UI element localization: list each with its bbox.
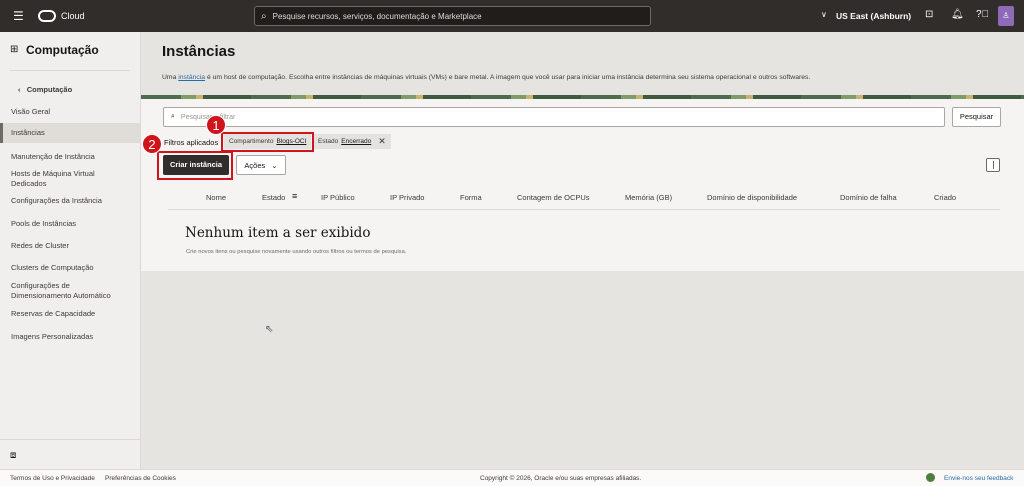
sidebar-item-instancias[interactable]: Instâncias — [0, 123, 140, 143]
feedback-link[interactable]: Envie-nos seu feedback — [944, 475, 1013, 482]
desc-text: é um host de computação. Escolha entre i… — [205, 74, 811, 81]
page-description: Uma instância é um host de computação. E… — [162, 74, 810, 81]
back-label: Computação — [26, 85, 73, 94]
search-icon: ⌕ — [171, 113, 175, 120]
cookies-link[interactable]: Preferências de Cookies — [105, 475, 176, 482]
filter-search-input[interactable]: ⌕Pesquisar e filtrar — [163, 107, 945, 127]
sidebar-item-manutencao[interactable]: Manutenção de Instância — [0, 152, 140, 162]
oracle-logo-icon[interactable] — [38, 10, 56, 22]
menu-icon[interactable]: ☰ — [13, 9, 24, 23]
desc-text: Uma — [162, 74, 179, 81]
empty-state-subtitle: Crie novos itens ou pesquise novamente u… — [186, 249, 407, 255]
search-button[interactable]: Pesquisar — [952, 107, 1001, 127]
terms-link[interactable]: Termos de Uso e Privacidade — [10, 475, 95, 482]
column-header-estado[interactable]: Estado — [262, 193, 285, 202]
highlight-box-compartment — [221, 132, 314, 152]
user-avatar[interactable]: ♙ — [998, 6, 1014, 26]
sidebar-item-configuracoes[interactable]: Configurações da Instância — [0, 196, 140, 206]
column-header-ip-privado[interactable]: IP Privado — [390, 193, 424, 202]
sidebar-back-link[interactable]: ‹ Computação — [18, 85, 72, 94]
instance-doc-link[interactable]: instância — [178, 74, 205, 81]
sidebar-item-visao-geral[interactable]: Visão Geral — [0, 107, 140, 117]
divider — [0, 439, 140, 440]
sidebar-item-imagens[interactable]: Imagens Personalizadas — [0, 332, 140, 342]
column-view-toggle-icon[interactable] — [986, 158, 1000, 172]
annotation-badge-1: 1 — [206, 115, 226, 135]
copyright-text: Copyright © 2026, Oracle e/ou suas empre… — [480, 475, 642, 482]
global-search-input[interactable]: ⌕ Pesquise recursos, serviços, documenta… — [254, 6, 651, 26]
filter-icon[interactable]: ≡ — [292, 191, 297, 201]
table-header-divider — [168, 209, 1000, 210]
annotation-badge-2: 2 — [142, 134, 162, 154]
column-header-dominio-disponibilidade[interactable]: Domínio de disponibilidade — [707, 193, 797, 202]
help-icon[interactable]: ?⃝ — [976, 9, 989, 20]
filters-applied-label: Filtros aplicados — [164, 138, 219, 147]
footer: Termos de Uso e Privacidade Preferências… — [0, 469, 1024, 486]
column-header-dominio-falha[interactable]: Domínio de falha — [840, 193, 897, 202]
sidebar-title: Computação — [26, 43, 99, 57]
feedback-icon[interactable] — [926, 473, 935, 482]
chevron-down-icon[interactable]: ∨ — [821, 10, 827, 19]
search-placeholder: Pesquise recursos, serviços, documentaçã… — [272, 11, 482, 21]
collapse-sidebar-icon[interactable]: ⧈ — [10, 450, 16, 461]
sidebar-item-pools[interactable]: Pools de Instâncias — [0, 219, 140, 229]
top-bar: ☰ Cloud ⌕ Pesquise recursos, serviços, d… — [0, 0, 1024, 32]
sidebar-item-reservas[interactable]: Reservas de Capacidade — [0, 309, 140, 319]
sidebar-item-redes-cluster[interactable]: Redes de Cluster — [0, 241, 140, 251]
compute-icon: ⊞ — [10, 44, 19, 55]
chip-value[interactable]: Encerrado — [341, 138, 371, 145]
cloud-shell-icon[interactable]: ⊡ — [925, 9, 933, 20]
sidebar-item-dimensionamento[interactable]: Configurações de Dimensionamento Automát… — [0, 281, 125, 301]
sidebar-item-clusters[interactable]: Clusters de Computação — [0, 263, 140, 273]
column-header-memoria[interactable]: Memória (GB) — [625, 193, 672, 202]
column-header-ip-publico[interactable]: IP Público — [321, 193, 355, 202]
filter-chip-state[interactable]: Estado Encerrado ✕ — [313, 134, 391, 149]
region-selector[interactable]: US East (Ashburn) — [836, 11, 911, 21]
chip-key: Estado — [318, 138, 339, 145]
actions-label: Ações — [244, 160, 266, 170]
column-header-forma[interactable]: Forma — [460, 193, 482, 202]
chevron-down-icon: ⌄ — [271, 160, 278, 170]
column-header-nome[interactable]: Nome — [206, 193, 226, 202]
divider — [10, 70, 130, 71]
search-icon: ⌕ — [261, 10, 267, 22]
bell-icon[interactable]: 🔔︎ — [951, 9, 964, 20]
highlight-box-create — [157, 151, 233, 180]
sidebar-item-hosts-dedicados[interactable]: Hosts de Máquina Virtual Dedicados — [0, 169, 110, 189]
brand-label: Cloud — [61, 11, 85, 21]
empty-state-title: Nenhum item a ser exibido — [185, 225, 371, 241]
actions-button[interactable]: Ações ⌄ — [236, 155, 286, 175]
column-header-criado[interactable]: Criado — [934, 193, 956, 202]
page-title: Instâncias — [162, 43, 236, 60]
column-header-ocpus[interactable]: Contagem de OCPUs — [517, 193, 590, 202]
mouse-cursor-icon: ⇖ — [265, 324, 274, 335]
close-icon[interactable]: ✕ — [378, 136, 386, 147]
sidebar: ⊞ Computação ‹ Computação Visão Geral In… — [0, 32, 141, 469]
chevron-left-icon: ‹ — [18, 85, 21, 94]
